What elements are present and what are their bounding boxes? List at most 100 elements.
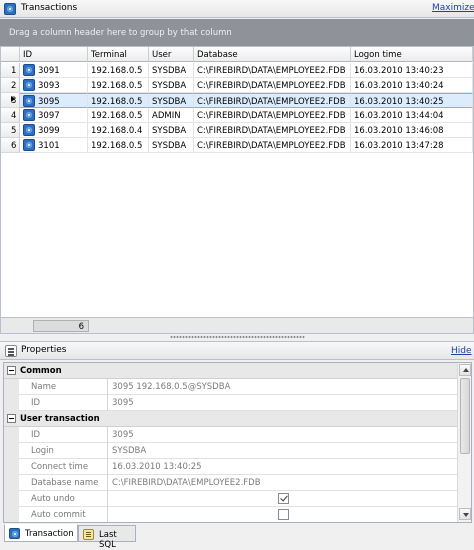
cell-id[interactable]: 3097: [20, 108, 88, 123]
scroll-down-button[interactable]: [459, 508, 471, 520]
property-row-connect-time[interactable]: Connect time 16.03.2010 13:40:25: [4, 459, 457, 475]
cell-database[interactable]: C:\FIREBIRD\DATA\EMPLOYEE2.FDB: [194, 108, 351, 123]
row-number: 1: [11, 66, 17, 76]
transaction-icon: [23, 79, 35, 91]
tab-transaction[interactable]: Transaction: [4, 524, 78, 542]
properties-icon: [5, 345, 17, 357]
hide-link[interactable]: Hide: [451, 346, 472, 356]
cell-user[interactable]: SYSDBA: [149, 63, 194, 78]
cell-terminal[interactable]: 192.168.0.5: [88, 93, 149, 108]
maximize-link[interactable]: Maximize: [432, 3, 474, 13]
property-name: ID: [19, 395, 108, 411]
cell-user[interactable]: SYSDBA: [149, 93, 194, 108]
row-indicator[interactable]: 5: [1, 123, 20, 138]
panel-splitter[interactable]: [0, 334, 474, 341]
cell-terminal[interactable]: 192.168.0.4: [88, 123, 149, 138]
cell-user[interactable]: SYSDBA: [149, 138, 194, 153]
cell-database[interactable]: C:\FIREBIRD\DATA\EMPLOYEE2.FDB: [194, 123, 351, 138]
property-grid[interactable]: Common Name 3095 192.168.0.5@SYSDBA ID 3…: [3, 362, 472, 523]
transaction-id: 3097: [38, 111, 60, 121]
property-row-ut-id[interactable]: ID 3095: [4, 427, 457, 443]
row-number: 6: [11, 141, 17, 151]
property-value[interactable]: SYSDBA: [109, 443, 457, 459]
cell-terminal[interactable]: 192.168.0.5: [88, 63, 149, 78]
row-indicator[interactable]: 2: [1, 78, 20, 93]
property-value: [109, 507, 457, 522]
property-value[interactable]: C:\FIREBIRD\DATA\EMPLOYEE2.FDB: [109, 475, 457, 491]
transaction-icon: [23, 124, 35, 136]
auto-undo-checkbox[interactable]: [278, 493, 289, 504]
table-row[interactable]: 1 3091 192.168.0.5 SYSDBA C:\FIREBIRD\DATA\E…: [1, 63, 473, 78]
cell-database[interactable]: C:\FIREBIRD\DATA\EMPLOYEE2.FDB: [194, 93, 351, 108]
cell-database[interactable]: C:\FIREBIRD\DATA\EMPLOYEE2.FDB: [194, 78, 351, 93]
cell-id[interactable]: 3093: [20, 78, 88, 93]
cell-id[interactable]: 3091: [20, 63, 88, 78]
cell-database[interactable]: C:\FIREBIRD\DATA\EMPLOYEE2.FDB: [194, 63, 351, 78]
property-value: [109, 491, 457, 507]
scrollbar-thumb[interactable]: [460, 378, 470, 454]
row-indicator[interactable]: 3: [1, 93, 20, 108]
property-row-name[interactable]: Name 3095 192.168.0.5@SYSDBA: [4, 379, 457, 395]
cell-terminal[interactable]: 192.168.0.5: [88, 138, 149, 153]
column-header-logon-time[interactable]: Logon time: [351, 47, 473, 62]
transactions-grid[interactable]: ID Terminal User Database Logon time 1 30…: [0, 46, 474, 318]
table-row[interactable]: 2 3093 192.168.0.5 SYSDBA C:\FIREBIRD\DATA\E…: [1, 78, 473, 93]
collapse-icon[interactable]: [7, 366, 16, 375]
cell-logon-time[interactable]: 16.03.2010 13:44:04: [351, 108, 473, 123]
auto-commit-checkbox[interactable]: [278, 509, 289, 520]
vertical-scrollbar[interactable]: [457, 363, 471, 522]
row-indicator[interactable]: 6: [1, 138, 20, 153]
cell-user[interactable]: ADMIN: [149, 108, 194, 123]
table-row[interactable]: 6 3101 192.168.0.5 SYSDBA C:\FIREBIRD\DATA\E…: [1, 138, 473, 153]
property-row-auto-commit[interactable]: Auto commit: [4, 507, 457, 522]
table-row[interactable]: 3 3095 192.168.0.5 SYSDBA C:\FIREBIRD\DATA\E…: [1, 93, 473, 108]
cell-logon-time[interactable]: 16.03.2010 13:46:08: [351, 123, 473, 138]
collapse-icon[interactable]: [7, 414, 16, 423]
column-header-id[interactable]: ID: [20, 47, 88, 62]
tab-last-sql[interactable]: Last SQL: [78, 525, 136, 550]
property-row-id[interactable]: ID 3095: [4, 395, 457, 411]
table-row[interactable]: 4 3097 192.168.0.5 ADMIN C:\FIREBIRD\DATA\EM…: [1, 108, 473, 123]
property-row-login[interactable]: Login SYSDBA: [4, 443, 457, 459]
property-value[interactable]: 3095: [109, 395, 457, 411]
category-common[interactable]: Common: [4, 363, 457, 379]
record-count: 6: [78, 322, 84, 332]
cell-logon-time[interactable]: 16.03.2010 13:40:25: [351, 93, 473, 108]
cell-terminal[interactable]: 192.168.0.5: [88, 78, 149, 93]
row-indicator[interactable]: 4: [1, 108, 20, 123]
row-indicator[interactable]: 1: [1, 63, 20, 78]
property-row-auto-undo[interactable]: Auto undo: [4, 491, 457, 507]
column-header-terminal[interactable]: Terminal: [88, 47, 149, 62]
property-row-database-name[interactable]: Database name C:\FIREBIRD\DATA\EMPLOYEE2…: [4, 475, 457, 491]
property-name: Auto undo: [19, 491, 108, 507]
cell-id[interactable]: 3095: [20, 93, 88, 108]
cell-user[interactable]: SYSDBA: [149, 78, 194, 93]
cell-id[interactable]: 3099: [20, 123, 88, 138]
cell-terminal[interactable]: 192.168.0.5: [88, 108, 149, 123]
category-user-transaction[interactable]: User transaction: [4, 411, 457, 427]
cell-logon-time[interactable]: 16.03.2010 13:40:24: [351, 78, 473, 93]
category-label: Common: [20, 366, 62, 376]
property-name: Auto commit: [19, 507, 108, 522]
properties-panel-header: Properties Hide: [0, 341, 474, 360]
group-by-panel[interactable]: Drag a column header here to group by th…: [0, 19, 474, 46]
property-value[interactable]: 16.03.2010 13:40:25: [109, 459, 457, 475]
cell-logon-time[interactable]: 16.03.2010 13:47:28: [351, 138, 473, 153]
table-row[interactable]: 5 3099 192.168.0.4 SYSDBA C:\FIREBIRD\DATA\E…: [1, 123, 473, 138]
row-number: 4: [11, 111, 17, 121]
cell-id[interactable]: 3101: [20, 138, 88, 153]
column-header-database[interactable]: Database: [194, 47, 351, 62]
row-number: 3: [11, 96, 17, 106]
tab-label: Last SQL: [99, 530, 117, 550]
cell-logon-time[interactable]: 16.03.2010 13:40:23: [351, 63, 473, 78]
cell-database[interactable]: C:\FIREBIRD\DATA\EMPLOYEE2.FDB: [194, 138, 351, 153]
row-number: 5: [11, 126, 17, 136]
property-value[interactable]: 3095 192.168.0.5@SYSDBA: [109, 379, 457, 395]
splitter-grip[interactable]: [170, 335, 305, 339]
property-name: Name: [19, 379, 108, 395]
column-header-user[interactable]: User: [149, 47, 194, 62]
scroll-up-button[interactable]: [459, 364, 471, 376]
transactions-panel-header: Transactions Maximize: [0, 0, 474, 18]
cell-user[interactable]: SYSDBA: [149, 123, 194, 138]
property-value[interactable]: 3095: [109, 427, 457, 443]
